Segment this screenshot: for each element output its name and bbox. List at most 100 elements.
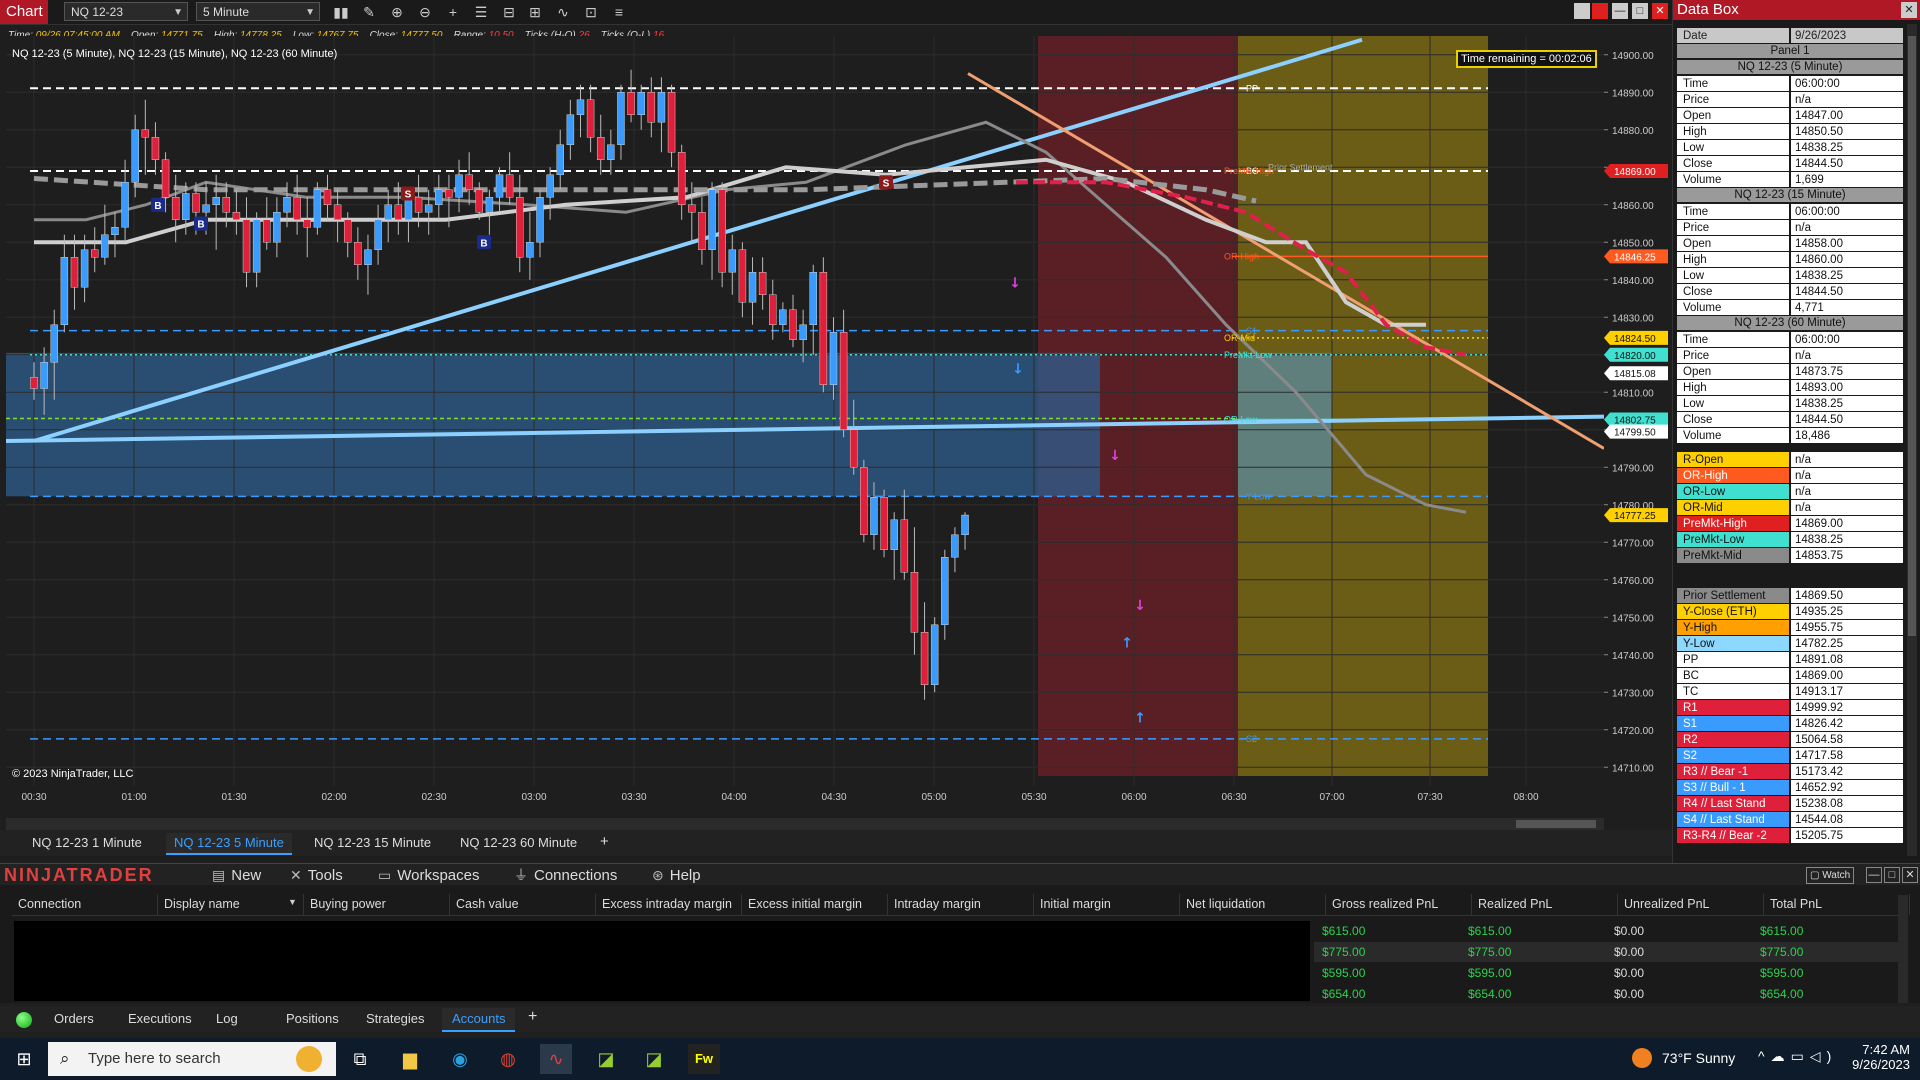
data-box-scrollbar[interactable] xyxy=(1907,24,1917,856)
indicators-icon[interactable]: ∿ xyxy=(554,3,572,21)
price-axis[interactable]: 14900.0014890.0014880.0014870.0014860.00… xyxy=(1604,36,1672,786)
instrument-selector[interactable]: NQ 12-23 ▼ xyxy=(64,2,188,21)
tray-icons[interactable]: ^☁▭◁) xyxy=(1758,1048,1837,1065)
candle-body xyxy=(627,92,635,115)
clock-time: 7:42 AM xyxy=(1862,1042,1910,1057)
strategies-icon[interactable]: ⊡ xyxy=(582,3,600,21)
zoom-out-icon[interactable]: ⊖ xyxy=(416,3,434,21)
draw-tool-icon[interactable]: ✎ xyxy=(360,3,378,21)
data-box-key: Low xyxy=(1677,140,1789,155)
table-row[interactable]: $615.00 $615.00 $0.00 $615.00 xyxy=(1314,921,1898,941)
fw-app-icon[interactable]: Fw xyxy=(688,1044,720,1074)
maximize-icon[interactable]: □ xyxy=(1884,867,1900,883)
column-header[interactable]: Intraday margin xyxy=(888,894,1034,915)
link-icon[interactable] xyxy=(1574,3,1590,19)
edge-icon[interactable]: ◉ xyxy=(444,1044,476,1074)
column-header[interactable]: Cash value xyxy=(450,894,596,915)
menu-tools[interactable]: ✕ Tools xyxy=(290,866,343,884)
column-header[interactable]: Realized PnL xyxy=(1472,894,1618,915)
list-icon[interactable]: ≡ xyxy=(610,3,628,21)
file-explorer-icon[interactable]: ▆ xyxy=(394,1044,426,1074)
price-tick-label: 14840.00 xyxy=(1612,276,1654,287)
close-icon[interactable]: ✕ xyxy=(1652,3,1668,19)
chart-tab[interactable]: NQ 12-23 5 Minute xyxy=(166,833,292,855)
column-header[interactable]: Excess intraday margin xyxy=(596,894,742,915)
task-view-icon[interactable]: ⧉ xyxy=(344,1044,376,1074)
column-header[interactable]: Connection xyxy=(12,894,158,915)
menu-connections[interactable]: ⏚ Connections xyxy=(514,866,617,884)
taskbar-search[interactable]: ⌕ Type here to search xyxy=(48,1042,336,1076)
data-box-value: 14782.25 xyxy=(1791,636,1903,651)
column-header[interactable]: Total PnL xyxy=(1764,894,1910,915)
data-box-row: Low 14838.25 xyxy=(1677,396,1903,412)
minimize-icon[interactable]: — xyxy=(1612,3,1628,19)
bottom-tab[interactable]: Orders xyxy=(44,1008,104,1030)
candle-body xyxy=(596,137,605,160)
price-tick-label: 14890.00 xyxy=(1612,88,1654,99)
chevron-down-icon[interactable]: ▼ xyxy=(288,897,297,907)
interval-selector[interactable]: 5 Minute ▼ xyxy=(196,2,320,21)
data-box-value: 14893.00 xyxy=(1791,380,1903,395)
candle-body xyxy=(799,324,807,340)
time-axis[interactable]: 00:30 01:00 01:30 02:00 02:30 03:00 03:30 04:00… xyxy=(6,786,1604,808)
chart-tab[interactable]: NQ 12-23 60 Minute xyxy=(452,833,585,853)
maximize-icon[interactable]: □ xyxy=(1632,3,1648,19)
templates-icon[interactable]: ⊟ xyxy=(500,3,518,21)
weather-text[interactable]: 73°F Sunny xyxy=(1662,1050,1735,1066)
minimize-icon[interactable]: — xyxy=(1866,867,1882,883)
ninjatrader-taskbar-icon[interactable]: ∿ xyxy=(540,1044,572,1074)
bottom-tab[interactable]: Executions xyxy=(118,1008,202,1030)
bottom-tab[interactable]: Strategies xyxy=(356,1008,435,1030)
bottom-tab[interactable]: Accounts xyxy=(442,1008,516,1032)
column-header[interactable]: Initial margin xyxy=(1034,894,1180,915)
chart-tab[interactable]: NQ 12-23 1 Minute xyxy=(24,833,150,853)
menu-new[interactable]: ▤ New xyxy=(212,866,261,884)
data-series-icon[interactable]: ⊞ xyxy=(526,3,544,21)
column-header[interactable]: Display name xyxy=(158,894,304,915)
plug-icon: ⏚ xyxy=(514,867,528,883)
candle-body xyxy=(839,332,848,430)
signal-arrow: ↓ xyxy=(1109,448,1121,464)
menu-workspaces[interactable]: ▭ Workspaces xyxy=(378,866,480,884)
watch-button[interactable]: ▢ Watch xyxy=(1806,867,1855,884)
close-icon[interactable]: ✕ xyxy=(1902,867,1918,883)
column-header[interactable]: Gross realized PnL xyxy=(1326,894,1472,915)
column-header[interactable]: Net liquidation xyxy=(1180,894,1326,915)
clock[interactable]: 7:42 AM 9/26/2023 xyxy=(1852,1042,1910,1072)
price-chart[interactable]: BBBSS↓↓↓↑↑↓PPBCPreMkt-HighPrior Settleme… xyxy=(6,36,1604,786)
crosshair-icon[interactable]: + xyxy=(444,3,462,21)
chart-tab[interactable]: NQ 12-23 15 Minute xyxy=(306,833,439,853)
data-box-key: Volume xyxy=(1677,172,1789,187)
candle-body xyxy=(900,519,909,573)
candle-body xyxy=(70,257,79,288)
zoom-in-icon[interactable]: ⊕ xyxy=(388,3,406,21)
scrollbar-thumb[interactable] xyxy=(1908,36,1916,636)
color-link-icon[interactable] xyxy=(1592,3,1608,19)
data-box-value: n/a xyxy=(1791,452,1903,467)
column-header[interactable]: Buying power xyxy=(304,894,450,915)
bottom-tab[interactable]: Log xyxy=(206,1008,248,1030)
bottom-tab[interactable]: Positions xyxy=(276,1008,349,1030)
table-row[interactable]: $595.00 $595.00 $0.00 $595.00 xyxy=(1314,963,1898,983)
bar-type-icon[interactable]: ▮▮ xyxy=(332,3,350,21)
app-icon-2[interactable]: ◪ xyxy=(638,1044,670,1074)
chart-scrollbar[interactable] xyxy=(6,818,1604,830)
column-header[interactable]: Unrealized PnL xyxy=(1618,894,1764,915)
chrome-icon[interactable]: ◍ xyxy=(492,1044,524,1074)
windows-start-icon[interactable]: ⊞ xyxy=(8,1044,40,1074)
table-row[interactable]: $654.00 $654.00 $0.00 $654.00 xyxy=(1314,984,1898,1004)
data-box-value: 14844.50 xyxy=(1791,412,1903,427)
column-header[interactable]: Excess initial margin xyxy=(742,894,888,915)
candle-body xyxy=(657,92,666,123)
properties-icon[interactable]: ☰ xyxy=(472,3,490,21)
scrollbar-thumb[interactable] xyxy=(1516,820,1596,828)
table-row[interactable]: $775.00 $775.00 $0.00 $775.00 xyxy=(1314,942,1898,962)
app-icon-1[interactable]: ◪ xyxy=(590,1044,622,1074)
menu-label: New xyxy=(231,867,262,884)
accounts-scrollbar[interactable] xyxy=(1898,895,1908,1003)
menu-help[interactable]: ⊛ Help xyxy=(652,866,701,884)
add-tab-button[interactable]: + xyxy=(528,1008,537,1026)
table-cell: $595.00 xyxy=(1468,966,1512,980)
add-tab-button[interactable]: + xyxy=(600,833,609,850)
table-cell: $0.00 xyxy=(1614,987,1645,1001)
